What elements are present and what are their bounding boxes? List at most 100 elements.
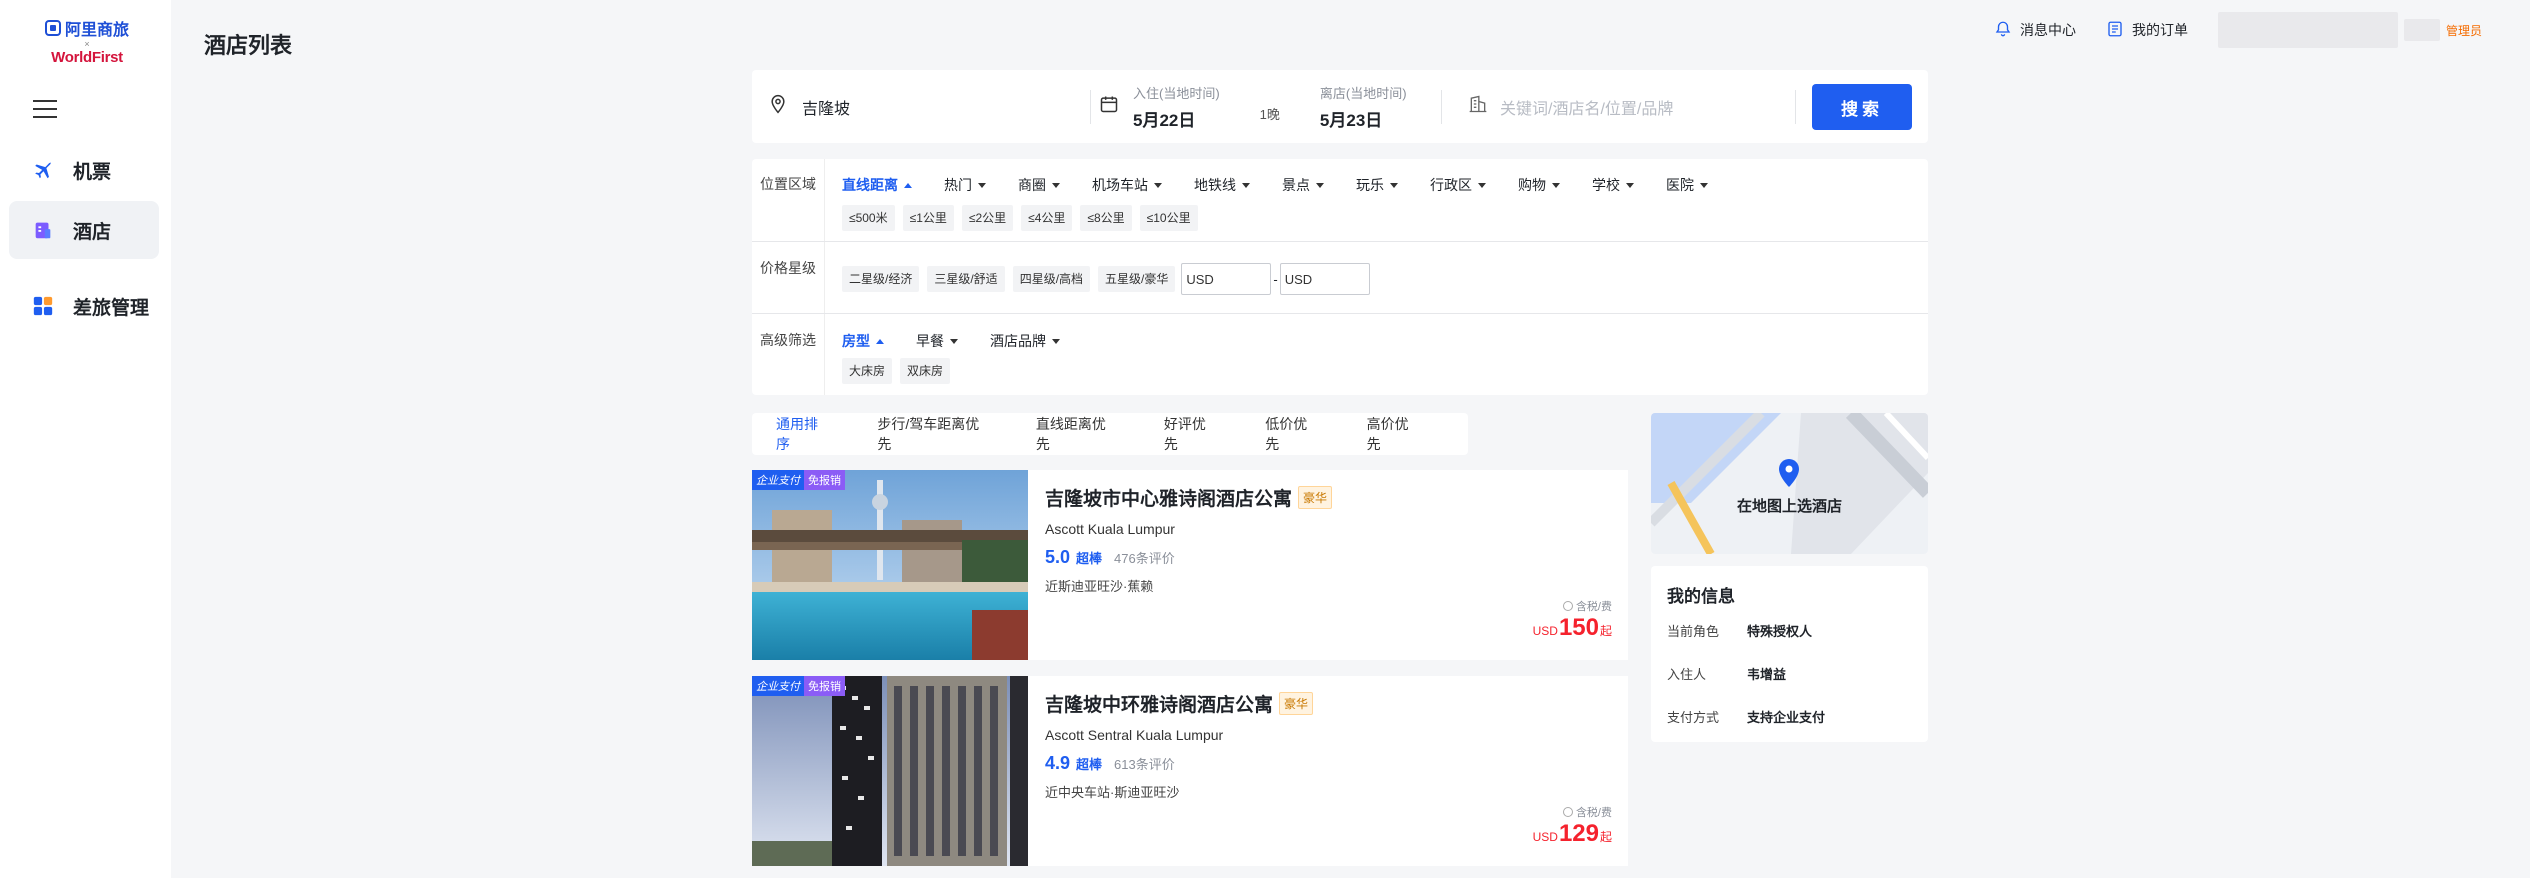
chip-10km[interactable]: ≤10公里 bbox=[1139, 205, 1198, 231]
chip-two-star[interactable]: 二星级/经济 bbox=[842, 266, 920, 292]
sort-high-price[interactable]: 高价优先 bbox=[1367, 414, 1420, 454]
building-icon bbox=[1468, 94, 1488, 119]
sidebar-item-flights[interactable]: 机票 bbox=[9, 141, 159, 199]
tab-label: 地铁线 bbox=[1194, 177, 1236, 193]
orders-icon bbox=[2106, 20, 2124, 41]
info-key: 当前角色 bbox=[1667, 624, 1720, 639]
rating-score: 5.0 bbox=[1045, 547, 1071, 567]
price-amount: 129 bbox=[1558, 820, 1599, 847]
tab-airport-station[interactable]: 机场车站 bbox=[1092, 175, 1162, 195]
chip-three-star[interactable]: 三星级/舒适 bbox=[927, 266, 1005, 292]
info-value: 支持企业支付 bbox=[1747, 710, 1826, 725]
chip-2km[interactable]: ≤2公里 bbox=[961, 205, 1014, 231]
review-count[interactable]: 476条评价 bbox=[1114, 548, 1175, 567]
price-value: USD 129 起 bbox=[1533, 820, 1612, 848]
city-value: 吉隆坡 bbox=[802, 100, 851, 118]
apps-grid-icon bbox=[31, 294, 55, 318]
tab-popular[interactable]: 热门 bbox=[944, 175, 986, 195]
hotel-photo-tower bbox=[752, 676, 1028, 866]
tab-label: 玩乐 bbox=[1356, 177, 1384, 193]
sidebar-item-travel-management[interactable]: 差旅管理 bbox=[9, 277, 159, 335]
chip-1km[interactable]: ≤1公里 bbox=[902, 205, 954, 231]
review-count[interactable]: 613条评价 bbox=[1114, 754, 1175, 773]
info-key: 支付方式 bbox=[1667, 710, 1720, 725]
hotel-photo[interactable]: 企业支付 免报销 bbox=[752, 676, 1028, 866]
tab-hospital[interactable]: 医院 bbox=[1666, 175, 1708, 195]
chip-500m[interactable]: ≤500米 bbox=[842, 205, 895, 231]
page-title: 酒店列表 bbox=[204, 33, 293, 58]
hotel-info: 吉隆坡中环雅诗阁酒店公寓 豪华 Ascott Sentral Kuala Lum… bbox=[1045, 690, 1612, 866]
tab-district[interactable]: 行政区 bbox=[1430, 175, 1486, 195]
price-value: USD 150 起 bbox=[1533, 614, 1612, 642]
logo[interactable]: 阿里商旅 × WorldFirst bbox=[42, 16, 132, 66]
sort-straight-distance[interactable]: 直线距离优先 bbox=[1036, 414, 1116, 454]
info-row-payment: 支付方式 支持企业支付 bbox=[1667, 707, 1912, 726]
chip-4km[interactable]: ≤4公里 bbox=[1021, 205, 1073, 231]
logo-top: 阿里商旅 bbox=[42, 16, 132, 40]
chip-five-star[interactable]: 五星级/豪华 bbox=[1098, 266, 1176, 292]
tax-note-text: 含税/费 bbox=[1575, 601, 1612, 613]
search-button[interactable]: 搜索 bbox=[1812, 84, 1912, 130]
message-center-link[interactable]: 消息中心 bbox=[1994, 20, 2076, 41]
hotel-card[interactable]: 企业支付 免报销 吉隆坡中环雅诗阁酒店公寓 豪华 Ascott Sentral … bbox=[752, 676, 1628, 866]
tab-room-type[interactable]: 房型 bbox=[842, 331, 884, 351]
chip-twin-bed[interactable]: 双床房 bbox=[900, 358, 951, 384]
hotel-name-english: Ascott Sentral Kuala Lumpur bbox=[1045, 727, 1224, 743]
message-center-label: 消息中心 bbox=[2019, 22, 2076, 38]
tab-metro[interactable]: 地铁线 bbox=[1194, 175, 1250, 195]
tab-school[interactable]: 学校 bbox=[1592, 175, 1634, 195]
checkout-date[interactable]: 离店(当地时间) 5月23日 bbox=[1320, 83, 1407, 131]
hotel-card[interactable]: 企业支付 免报销 吉隆坡市中心雅诗阁酒店公寓 豪华 Ascott Kuala L… bbox=[752, 470, 1628, 660]
tab-label: 景点 bbox=[1282, 177, 1310, 193]
tab-entertainment[interactable]: 玩乐 bbox=[1356, 175, 1398, 195]
hotel-name-english: Ascott Kuala Lumpur bbox=[1045, 521, 1175, 537]
hotel-name[interactable]: 吉隆坡市中心雅诗阁酒店公寓 豪华 bbox=[1045, 484, 1612, 511]
menu-toggle-icon[interactable] bbox=[33, 100, 57, 118]
caret-down-icon bbox=[1552, 182, 1560, 188]
user-account[interactable]: 管理员 bbox=[2217, 12, 2482, 48]
sidebar-item-hotels[interactable]: 酒店 bbox=[9, 201, 159, 259]
tab-straight-distance[interactable]: 直线距离 bbox=[842, 175, 912, 195]
chip-king-bed[interactable]: 大床房 bbox=[842, 358, 893, 384]
city-selector[interactable]: 吉隆坡 bbox=[752, 70, 1090, 143]
tab-business-district[interactable]: 商圈 bbox=[1018, 175, 1060, 195]
logo-bottom-text: WorldFirst bbox=[51, 49, 123, 66]
sort-walk-drive-distance[interactable]: 步行/驾车距离优先 bbox=[877, 414, 987, 454]
luxury-tag: 豪华 bbox=[1298, 486, 1333, 509]
tab-shopping[interactable]: 购物 bbox=[1518, 175, 1560, 195]
calendar-icon bbox=[1099, 94, 1119, 119]
nights-count: 1晚 bbox=[1259, 107, 1280, 122]
hotel-location: 近中央车站·斯迪亚旺沙 bbox=[1045, 785, 1180, 800]
checkin-date[interactable]: 入住(当地时间) 5月22日 bbox=[1133, 83, 1220, 131]
sort-default[interactable]: 通用排序 bbox=[776, 414, 829, 454]
caret-up-icon bbox=[876, 338, 884, 344]
hotel-name[interactable]: 吉隆坡中环雅诗阁酒店公寓 豪华 bbox=[1045, 690, 1612, 717]
price-suffix: 起 bbox=[1599, 624, 1612, 638]
chip-8km[interactable]: ≤8公里 bbox=[1080, 205, 1132, 231]
caret-down-icon bbox=[1478, 182, 1486, 188]
hotel-info: 吉隆坡市中心雅诗阁酒店公寓 豪华 Ascott Kuala Lumpur 5.0… bbox=[1045, 484, 1612, 660]
keyword-search-field[interactable]: 关键词/酒店名/位置/品牌 bbox=[1442, 94, 1792, 119]
price-max-input[interactable] bbox=[1279, 263, 1370, 295]
caret-down-icon bbox=[1390, 182, 1398, 188]
my-orders-link[interactable]: 我的订单 bbox=[2106, 20, 2188, 41]
caret-down-icon bbox=[1626, 182, 1634, 188]
tab-breakfast[interactable]: 早餐 bbox=[916, 331, 958, 351]
date-selector[interactable]: 入住(当地时间) 5月22日 1晚 离店(当地时间) 5月23日 bbox=[1091, 70, 1441, 143]
tab-attractions[interactable]: 景点 bbox=[1282, 175, 1324, 195]
top-bar: 消息中心 我的订单 管理员 bbox=[1994, 10, 2482, 50]
map-select-card[interactable]: 在地图上选酒店 bbox=[1651, 413, 1928, 554]
hotel-photo[interactable]: 企业支付 免报销 bbox=[752, 470, 1028, 660]
sort-low-price[interactable]: 低价优先 bbox=[1265, 414, 1318, 454]
my-info-card: 我的信息 当前角色 特殊授权人 入住人 韦增益 支付方式 支持企业支付 bbox=[1651, 566, 1928, 742]
sort-bar: 通用排序 步行/驾车距离优先 直线距离优先 好评优先 低价优先 高价优先 bbox=[752, 413, 1468, 455]
price-min-input[interactable] bbox=[1181, 263, 1272, 295]
caret-down-icon bbox=[1316, 182, 1324, 188]
luxury-tag: 豪华 bbox=[1279, 692, 1314, 715]
tab-hotel-brand[interactable]: 酒店品牌 bbox=[990, 331, 1060, 351]
sidebar: 阿里商旅 × WorldFirst 机票 酒店 差旅管理 bbox=[0, 0, 171, 878]
tab-label: 购物 bbox=[1518, 177, 1546, 193]
tab-label: 房型 bbox=[842, 333, 870, 349]
chip-four-star[interactable]: 四星级/高档 bbox=[1012, 266, 1091, 292]
sort-rating[interactable]: 好评优先 bbox=[1164, 414, 1217, 454]
